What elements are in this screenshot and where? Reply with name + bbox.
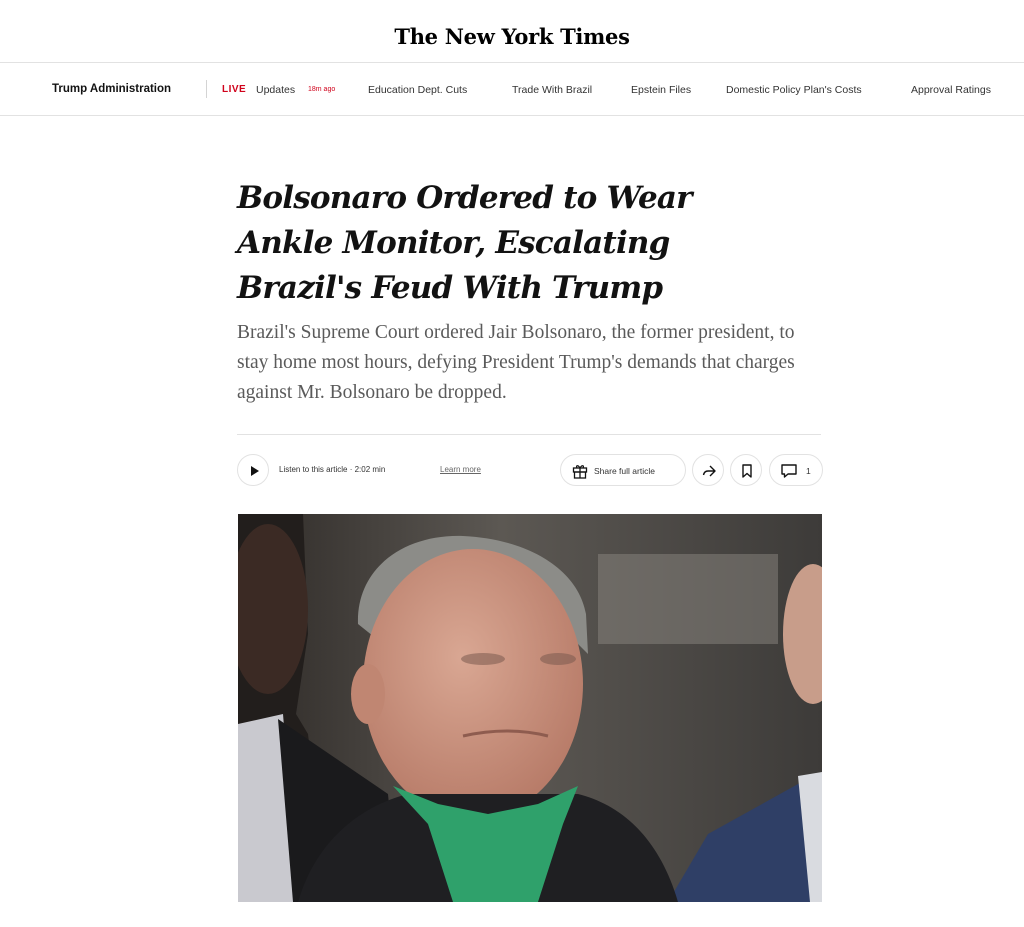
nav-link-epstein[interactable]: Epstein Files xyxy=(631,84,691,96)
gift-icon xyxy=(572,465,588,479)
article-headline: Bolsonaro Ordered to Wear Ankle Monitor,… xyxy=(237,180,693,306)
comment-count: 1 xyxy=(806,466,811,476)
lead-photo xyxy=(238,514,822,902)
nav-link-domestic-policy[interactable]: Domestic Policy Plan's Costs xyxy=(726,84,862,96)
site-logo[interactable]: The New York Times xyxy=(0,24,1024,49)
section-nav: Trump Administration LIVE Updates 18m ag… xyxy=(0,62,1024,116)
comment-icon xyxy=(781,464,797,478)
nav-divider xyxy=(206,80,207,98)
save-button[interactable] xyxy=(730,454,762,486)
nav-link-education[interactable]: Education Dept. Cuts xyxy=(368,84,467,96)
share-button[interactable] xyxy=(692,454,724,486)
toolbar-divider xyxy=(237,434,821,435)
nav-link-updates[interactable]: Updates xyxy=(256,84,295,96)
listen-play-button[interactable] xyxy=(237,454,269,486)
comments-button[interactable]: 1 xyxy=(769,454,823,486)
learn-more-link[interactable]: Learn more xyxy=(440,465,481,474)
share-label: Share full article xyxy=(594,466,655,476)
live-badge[interactable]: LIVE xyxy=(222,84,246,95)
updates-timestamp: 18m ago xyxy=(308,86,336,93)
nav-link-trade[interactable]: Trade With Brazil xyxy=(512,84,592,96)
play-icon xyxy=(251,466,259,476)
share-full-article-button[interactable]: Share full article xyxy=(560,454,686,486)
bookmark-icon xyxy=(742,464,752,478)
listen-label: Listen to this article · 2:02 min xyxy=(279,465,386,474)
masthead: The New York Times xyxy=(0,0,1024,63)
nav-link-approval[interactable]: Approval Ratings xyxy=(911,84,991,96)
article-summary: Brazil's Supreme Court ordered Jair Bols… xyxy=(237,322,795,403)
nav-section-title[interactable]: Trump Administration xyxy=(52,83,171,95)
share-arrow-icon xyxy=(702,465,716,477)
